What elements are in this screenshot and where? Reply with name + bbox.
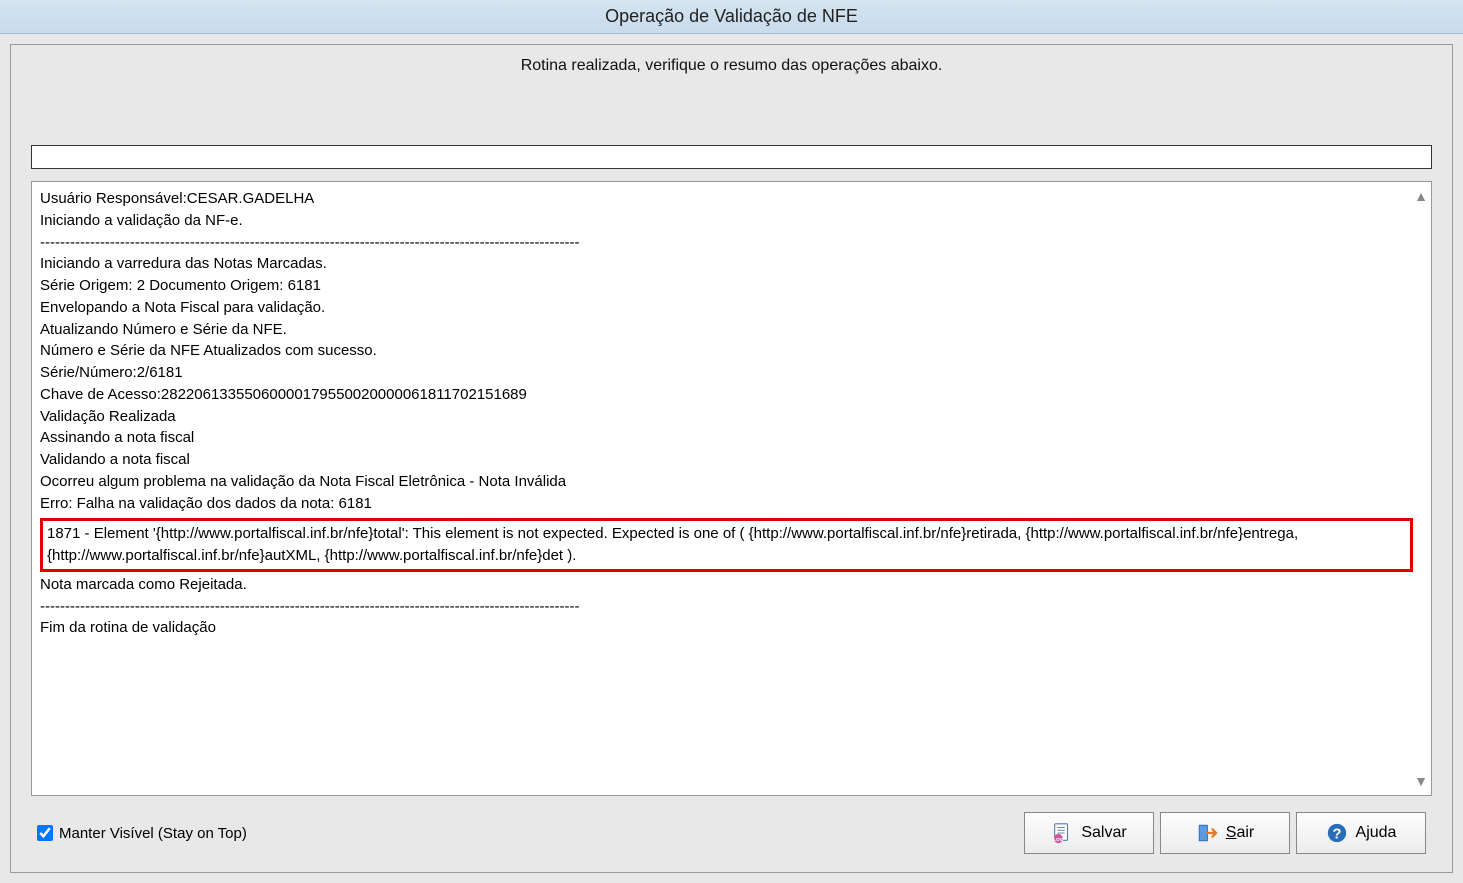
- log-line: Iniciando a validação da NF-e.: [40, 210, 1413, 232]
- footer-bar: Manter Visível (Stay on Top) LOG: [31, 796, 1432, 858]
- exit-button-label: Sair: [1226, 824, 1254, 842]
- inner-panel: Rotina realizada, verifique o resumo das…: [10, 44, 1453, 873]
- stay-on-top-checkbox[interactable]: [37, 825, 53, 841]
- stay-on-top-label: Manter Visível (Stay on Top): [59, 825, 247, 842]
- log-line: Atualizando Número e Série da NFE.: [40, 319, 1413, 341]
- svg-text:LOG: LOG: [1054, 837, 1064, 842]
- svg-text:?: ?: [1332, 827, 1341, 843]
- log-line: Chave de Acesso:282206133550600001795500…: [40, 384, 1413, 406]
- log-line: Assinando a nota fiscal: [40, 427, 1413, 449]
- log-line: Série/Número:2/6181: [40, 362, 1413, 384]
- content-wrapper: Rotina realizada, verifique o resumo das…: [0, 34, 1463, 883]
- log-line: Ocorreu algum problema na validação da N…: [40, 471, 1413, 493]
- scroll-down-icon[interactable]: ▼: [1413, 771, 1429, 791]
- log-line: Erro: Falha na validação dos dados da no…: [40, 493, 1413, 515]
- save-log-icon: LOG: [1051, 822, 1073, 844]
- log-separator: ----------------------------------------…: [40, 596, 1413, 618]
- log-line: Iniciando a varredura das Notas Marcadas…: [40, 253, 1413, 275]
- exit-icon: [1196, 822, 1218, 844]
- status-message: Rotina realizada, verifique o resumo das…: [31, 53, 1432, 145]
- progress-bar: [31, 145, 1432, 169]
- scroll-up-icon[interactable]: ▲: [1413, 186, 1429, 206]
- error-message: 1871 - Element '{http://www.portalfiscal…: [47, 523, 1406, 567]
- log-line: Validando a nota fiscal: [40, 449, 1413, 471]
- help-button-label: Ajuda: [1356, 824, 1397, 842]
- save-button[interactable]: LOG Salvar: [1024, 812, 1154, 854]
- log-line: Usuário Responsável:CESAR.GADELHA: [40, 188, 1413, 210]
- help-button[interactable]: ? Ajuda: [1296, 812, 1426, 854]
- log-line: Envelopando a Nota Fiscal para validação…: [40, 297, 1413, 319]
- log-separator: ----------------------------------------…: [40, 232, 1413, 254]
- log-output[interactable]: Usuário Responsável:CESAR.GADELHA Inicia…: [31, 181, 1432, 796]
- log-line: Número e Série da NFE Atualizados com su…: [40, 340, 1413, 362]
- window-title: Operação de Validação de NFE: [0, 0, 1463, 34]
- log-line: Série Origem: 2 Documento Origem: 6181: [40, 275, 1413, 297]
- log-line: Fim da rotina de validação: [40, 617, 1413, 639]
- error-highlight: 1871 - Element '{http://www.portalfiscal…: [40, 518, 1413, 572]
- stay-on-top-checkbox-wrap[interactable]: Manter Visível (Stay on Top): [37, 825, 247, 842]
- nfe-validation-window: Operação de Validação de NFE Rotina real…: [0, 0, 1463, 883]
- save-button-label: Salvar: [1081, 824, 1126, 842]
- log-line: Validação Realizada: [40, 406, 1413, 428]
- scrollbar[interactable]: ▲ ▼: [1413, 186, 1429, 791]
- help-icon: ?: [1326, 822, 1348, 844]
- exit-button[interactable]: Sair: [1160, 812, 1290, 854]
- log-line: Nota marcada como Rejeitada.: [40, 574, 1413, 596]
